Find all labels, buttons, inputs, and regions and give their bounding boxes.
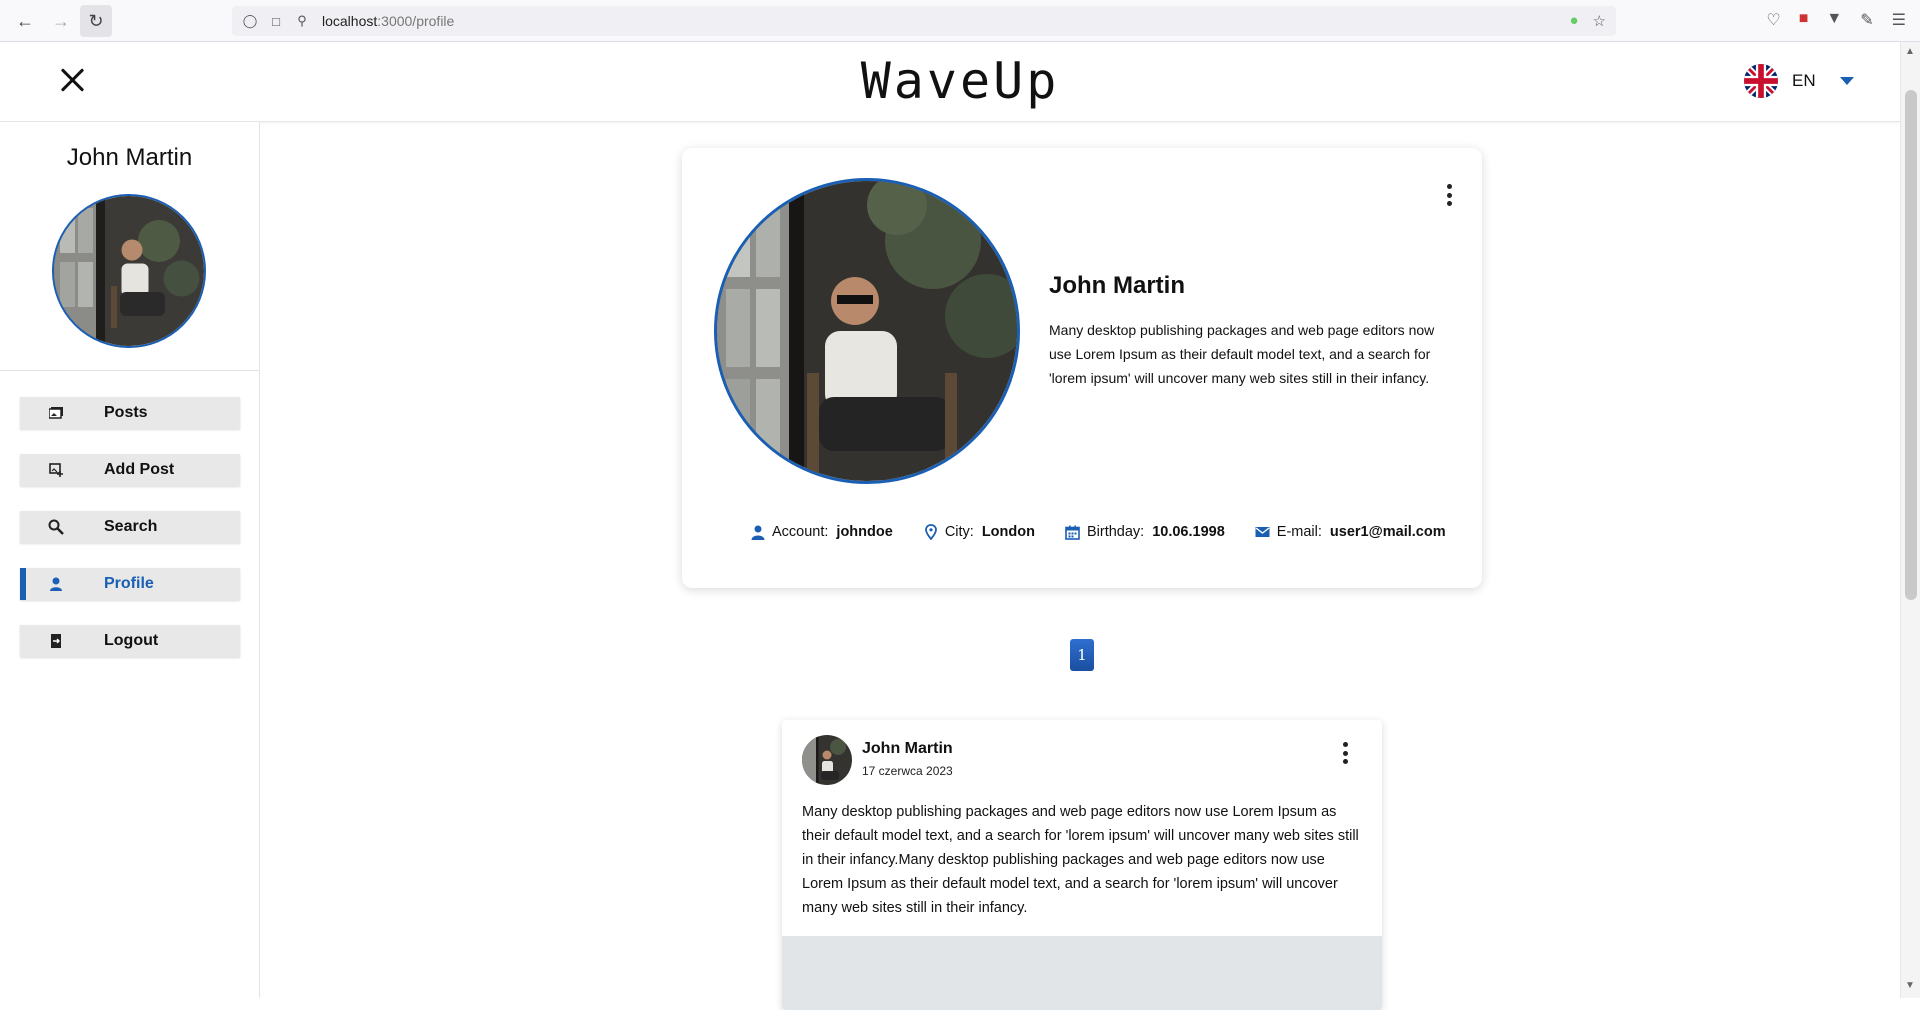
location-pin-icon [923,524,939,540]
page-scrollbar[interactable]: ▲ ▼ [1900,42,1920,998]
sidebar-avatar[interactable] [52,194,206,348]
search-icon [46,519,66,535]
extension-icon[interactable]: ● [1569,12,1578,30]
post-author-avatar[interactable] [802,735,852,785]
account-label: Account: [772,524,829,540]
birthday-info: Birthday: 10.06.1998 [1065,524,1225,540]
image-icon [46,407,66,419]
post-card: John Martin 17 czerwca 2023 Many desktop… [782,720,1382,1010]
profile-avatar[interactable] [714,178,1020,484]
sidebar-user-name: John Martin [66,144,193,171]
city-label: City: [944,524,974,540]
post-author-name[interactable]: John Martin [862,740,953,758]
add-image-icon [46,463,66,477]
url-path: :3000/profile [377,13,455,29]
birthday-value: 10.06.1998 [1152,524,1225,540]
pagination-page-button[interactable]: 1 [1070,639,1094,671]
chevron-down-icon[interactable] [1839,77,1854,85]
extensions-icon[interactable]: ✎ [1860,10,1873,30]
sidebar-item-profile[interactable]: Profile [20,568,240,600]
uk-flag-icon [1744,64,1778,98]
email-label: E-mail: [1276,524,1322,540]
account-info: Account: johndoe [750,524,893,540]
calendar-icon [1065,524,1081,540]
sidebar-divider [0,370,259,371]
logout-icon [46,634,66,648]
birthday-label: Birthday: [1086,524,1145,540]
url-host: localhost [322,13,378,29]
sidebar-item-search[interactable]: Search [20,511,240,543]
filter-icon[interactable]: ▼ [1826,10,1842,30]
profile-info-row: Account: johndoe City: London Birthday: … [750,524,1476,540]
page-icon: □ [272,13,280,29]
profile-card: John Martin Many desktop publishing pack… [682,148,1482,588]
reload-icon[interactable]: ↻ [80,5,112,37]
scroll-thumb[interactable] [1905,90,1917,600]
language-label: EN [1792,71,1816,90]
scroll-down-icon[interactable]: ▼ [1905,980,1915,991]
post-text: Many desktop publishing packages and web… [802,804,1359,916]
scroll-up-icon[interactable]: ▲ [1905,46,1915,57]
logo[interactable]: WaveUp [0,52,1920,110]
pocket-icon[interactable]: ♡ [1766,10,1780,30]
browser-toolbar: ← → ↻ ◯ □ ⚲ localhost:3000/profile ● ☆ ♡… [0,0,1920,42]
app-header: WaveUp EN [0,42,1900,122]
person-icon [46,577,66,591]
sidebar-item-logout[interactable]: Logout [20,625,240,657]
post-image[interactable] [782,936,1382,1010]
addon-icon[interactable]: ■ [1799,10,1809,30]
sidebar-item-label: Posts [104,404,148,421]
email-value: user1@mail.com [1329,524,1446,540]
email-info: E-mail: user1@mail.com [1255,524,1446,540]
sidebar-item-label: Profile [104,575,154,592]
bookmark-star-icon[interactable]: ☆ [1593,12,1606,30]
shield-icon: ◯ [242,13,258,28]
sidebar-item-add-post[interactable]: Add Post [20,454,240,486]
sidebar-item-label: Logout [104,632,159,649]
forward-arrow-icon[interactable]: → [46,6,76,36]
profile-name: John Martin [1049,272,1185,299]
sidebar-item-posts[interactable]: Posts [20,397,240,429]
city-info: City: London [923,524,1035,540]
sidebar-item-label: Add Post [104,461,175,478]
envelope-icon [1255,524,1271,540]
url-text: localhost:3000/profile [322,13,454,29]
profile-bio: Many desktop publishing packages and web… [1049,322,1435,386]
sidebar-item-label: Search [104,518,158,535]
profile-more-menu-icon[interactable] [1446,184,1452,206]
post-date: 17 czerwca 2023 [862,764,953,778]
post-more-menu-icon[interactable] [1342,742,1348,764]
address-bar[interactable]: ◯ □ ⚲ localhost:3000/profile ● ☆ [232,6,1616,36]
account-value: johndoe [836,524,893,540]
city-value: London [981,524,1035,540]
hamburger-menu-icon[interactable]: ☰ [1892,10,1906,30]
language-selector[interactable]: EN [1744,64,1854,98]
back-arrow-icon[interactable]: ← [10,6,40,36]
sidebar: John Martin Posts Add Post Search Profil… [0,122,260,998]
person-icon [750,524,766,540]
key-icon: ⚲ [297,13,307,28]
